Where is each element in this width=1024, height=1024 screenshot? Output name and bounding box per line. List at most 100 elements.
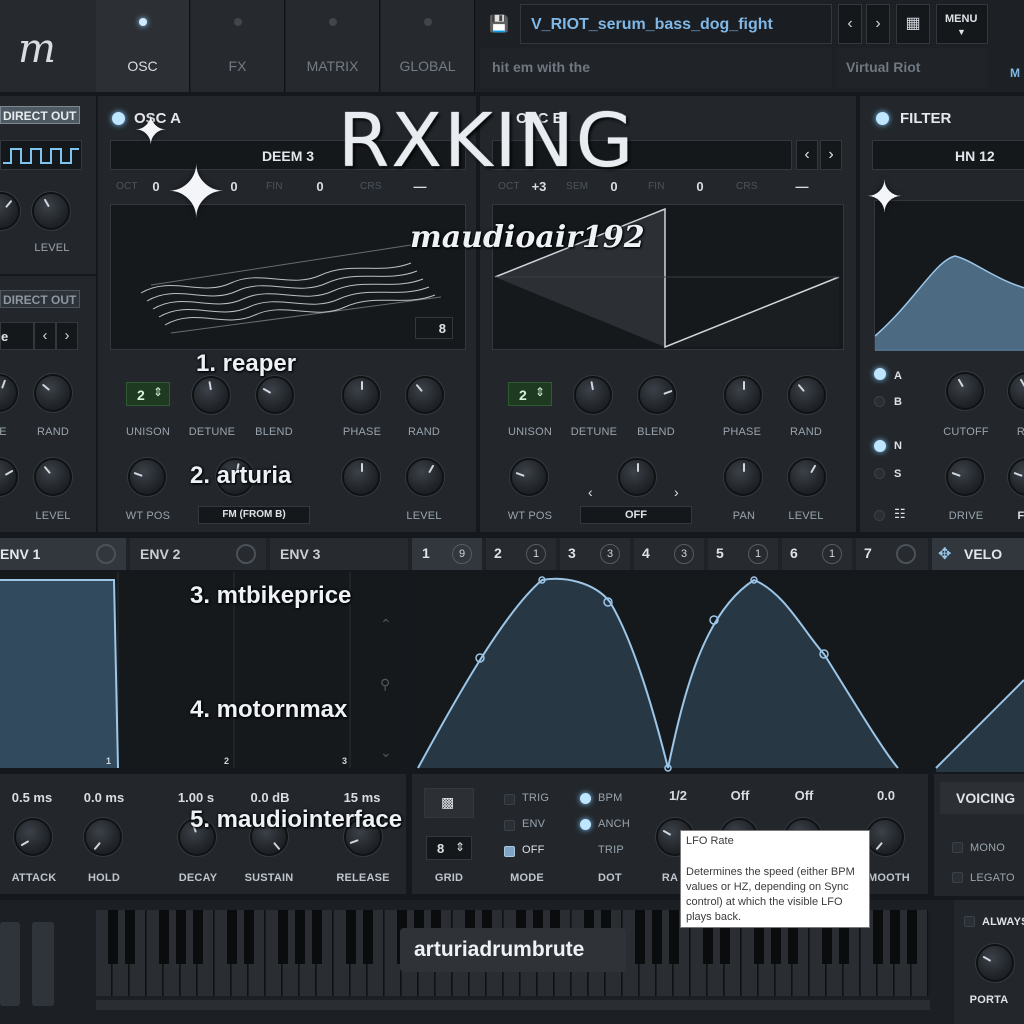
detune-knob[interactable] — [192, 376, 230, 414]
tab-matrix[interactable]: MATRIX — [286, 0, 380, 92]
bpm-toggle[interactable] — [580, 793, 591, 804]
black-key[interactable] — [312, 910, 322, 964]
tab-velo[interactable]: ✥ VELO — [932, 538, 1024, 570]
velo-display[interactable] — [934, 572, 1024, 772]
next-wavetable-button[interactable]: › — [820, 140, 842, 170]
cutoff-knob[interactable] — [946, 372, 984, 410]
rand-knob-b[interactable] — [788, 376, 826, 414]
blend-knob[interactable] — [256, 376, 294, 414]
preset-browser-icon[interactable]: ▦ — [896, 4, 930, 44]
keyboard-scrollbar[interactable] — [96, 1000, 930, 1010]
prev-preset-button[interactable]: ‹ — [838, 4, 862, 44]
black-key[interactable] — [635, 910, 645, 964]
black-key[interactable] — [193, 910, 203, 964]
phase-knob[interactable] — [342, 376, 380, 414]
black-key[interactable] — [176, 910, 186, 964]
rand-knob[interactable] — [406, 376, 444, 414]
wt-pos-knob[interactable] — [128, 458, 166, 496]
fin-value-b[interactable]: 0 — [690, 179, 710, 194]
sub-shape-display[interactable] — [0, 140, 82, 170]
sem-value[interactable]: 0 — [224, 179, 244, 194]
pitch-wheel[interactable] — [0, 922, 20, 1006]
tab-lfo-3[interactable]: 3 3 — [560, 538, 630, 570]
black-key[interactable] — [346, 910, 356, 964]
preset-comment-field[interactable]: hit em with the — [480, 48, 832, 88]
tab-lfo-7[interactable]: 7 — [856, 538, 928, 570]
noise-pan-knob[interactable] — [0, 458, 18, 496]
detune-knob-b[interactable] — [574, 376, 612, 414]
res-knob[interactable] — [1008, 372, 1024, 410]
tab-osc[interactable]: OSC — [96, 0, 190, 92]
black-key[interactable] — [295, 910, 305, 964]
noise-phase-knob[interactable] — [0, 374, 18, 412]
unison-field-b[interactable]: 2 ⇕ — [508, 382, 552, 406]
grid-field[interactable]: 8 ⇕ — [426, 836, 472, 860]
porta-knob[interactable] — [976, 944, 1014, 982]
noise-rand-knob[interactable] — [34, 374, 72, 412]
pan-knob-b[interactable] — [724, 458, 762, 496]
level-knob-b[interactable] — [788, 458, 826, 496]
level-knob[interactable] — [406, 458, 444, 496]
attack-knob[interactable] — [14, 818, 52, 856]
scroll-up-icon[interactable]: ⌃ — [380, 616, 392, 633]
warp-mode-field[interactable]: FM (FROM B) — [198, 506, 310, 524]
route-s-led[interactable] — [874, 468, 885, 479]
tab-env3[interactable]: ENV 3 — [270, 538, 408, 570]
tab-lfo-1[interactable]: 1 9 — [412, 538, 482, 570]
next-preset-button[interactable]: › — [866, 4, 890, 44]
smooth-knob[interactable] — [866, 818, 904, 856]
crs-value-b[interactable]: — — [792, 179, 812, 194]
fat-knob[interactable] — [1008, 458, 1024, 496]
black-key[interactable] — [363, 910, 373, 964]
osc-a-power-icon[interactable] — [112, 112, 125, 125]
blend-knob-b[interactable] — [638, 376, 676, 414]
tab-fx[interactable]: FX — [191, 0, 285, 92]
tab-global[interactable]: GLOBAL — [381, 0, 475, 92]
env-toggle[interactable] — [504, 820, 515, 831]
black-key[interactable] — [890, 910, 900, 964]
anch-toggle[interactable] — [580, 819, 591, 830]
noise-next-button[interactable]: › — [56, 322, 78, 350]
wt-frame-field[interactable]: 8 — [415, 317, 453, 339]
noise-level-knob[interactable] — [34, 458, 72, 496]
tab-lfo-6[interactable]: 6 1 — [782, 538, 852, 570]
warp-next-button[interactable]: › — [674, 484, 679, 500]
menu-button[interactable]: MENU ▼ — [936, 4, 988, 44]
preset-name-field[interactable]: V_RIOT_serum_bass_dog_fight — [520, 4, 832, 44]
route-n-led[interactable] — [874, 440, 886, 452]
black-key[interactable] — [652, 910, 662, 964]
phase-knob-b[interactable] — [724, 376, 762, 414]
always-toggle[interactable] — [964, 916, 975, 927]
black-key[interactable] — [669, 910, 679, 964]
route-a-led[interactable] — [874, 368, 886, 380]
pan-knob[interactable] — [342, 458, 380, 496]
noise-prev-button[interactable]: ‹ — [34, 322, 56, 350]
black-key[interactable] — [108, 910, 118, 964]
prev-wavetable-button[interactable]: ‹ — [796, 140, 818, 170]
zoom-icon[interactable]: ⚲ — [380, 676, 390, 693]
warp-knob-b[interactable] — [618, 458, 656, 496]
tab-env1[interactable]: ENV 1 — [0, 538, 126, 570]
black-key[interactable] — [227, 910, 237, 964]
load-lfo-shape-button[interactable]: ▩ — [424, 788, 474, 818]
off-toggle[interactable] — [504, 846, 515, 857]
black-key[interactable] — [278, 910, 288, 964]
filter-type-selector[interactable]: HN 12 — [872, 140, 1024, 170]
noise-type-field[interactable]: e — [0, 322, 34, 350]
unison-field[interactable]: 2 ⇕ — [126, 382, 170, 406]
wt-pos-knob-b[interactable] — [510, 458, 548, 496]
legato-toggle[interactable] — [952, 872, 963, 883]
sub-level-knob[interactable] — [32, 192, 70, 230]
tab-lfo-2[interactable]: 2 1 — [486, 538, 556, 570]
fin-value[interactable]: 0 — [310, 179, 330, 194]
hold-knob[interactable] — [84, 818, 122, 856]
lfo-display[interactable] — [414, 572, 928, 772]
black-key[interactable] — [159, 910, 169, 964]
tab-lfo-5[interactable]: 5 1 — [708, 538, 778, 570]
save-icon[interactable]: 💾 — [486, 12, 512, 38]
tab-env2[interactable]: ENV 2 — [130, 538, 266, 570]
oct-value[interactable]: 0 — [146, 179, 166, 194]
direct-out-button[interactable]: DIRECT OUT — [0, 106, 80, 124]
warp-prev-button[interactable]: ‹ — [588, 484, 593, 500]
scroll-down-icon[interactable]: ⌄ — [380, 744, 392, 761]
